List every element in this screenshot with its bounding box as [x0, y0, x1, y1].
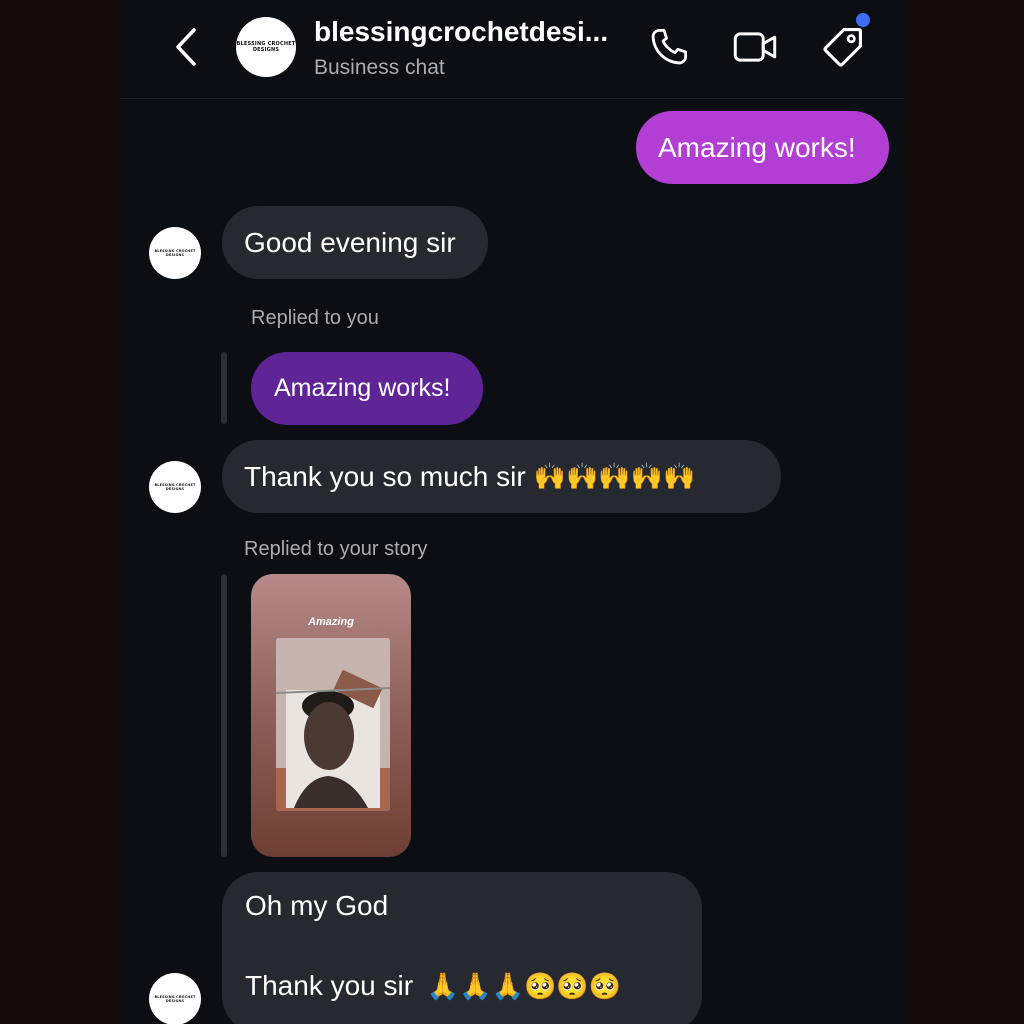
story-image: [276, 638, 390, 811]
crochet-portrait-image: [276, 638, 390, 811]
sender-avatar[interactable]: BLESSING CROCHET DESIGNS: [149, 461, 201, 513]
message-text: Amazing works!: [658, 131, 856, 163]
message-line: Oh my God: [245, 890, 389, 921]
message-text: Good evening sir: [244, 226, 456, 258]
avatar-logo: BLESSING CROCHET DESIGNS: [236, 41, 296, 53]
avatar-logo: BLESSING CROCHET DESIGNS: [154, 994, 196, 1003]
message-emoji: 🙏🙏🙏🥺🥺🥺: [426, 972, 622, 1002]
video-call-button[interactable]: [732, 24, 778, 70]
avatar-logo: BLESSING CROCHET DESIGNS: [154, 482, 196, 491]
chevron-left-icon: [176, 28, 196, 66]
incoming-message-bubble[interactable]: Oh my God Thank you sir 🙏🙏🙏🥺🥺🥺: [222, 872, 702, 1024]
message-emoji: 🙌🙌🙌🙌🙌: [533, 461, 696, 492]
chat-title[interactable]: blessingcrochetdesi...: [314, 16, 608, 48]
sender-avatar[interactable]: BLESSING CROCHET DESIGNS: [149, 973, 201, 1024]
phone-icon: [651, 28, 688, 65]
chat-header: BLESSING CROCHET DESIGNS blessingcrochet…: [120, 0, 904, 99]
voice-call-button[interactable]: [646, 24, 692, 70]
outgoing-message-bubble[interactable]: Amazing works!: [636, 111, 889, 184]
video-camera-icon: [733, 32, 777, 62]
back-button[interactable]: [166, 24, 206, 70]
sender-avatar[interactable]: BLESSING CROCHET DESIGNS: [149, 227, 201, 279]
quoted-text: Amazing works!: [274, 374, 451, 402]
chat-screen: BLESSING CROCHET DESIGNS blessingcrochet…: [120, 0, 904, 1024]
quoted-message-bubble[interactable]: Amazing works!: [251, 352, 483, 425]
story-thumbnail[interactable]: Amazing: [251, 574, 411, 857]
message-line: Thank you sir 🙏🙏🙏🥺🥺🥺: [245, 970, 621, 1002]
incoming-message-bubble[interactable]: Good evening sir: [222, 206, 488, 279]
tag-button[interactable]: [820, 24, 866, 70]
notification-dot: [856, 13, 870, 27]
incoming-message-bubble[interactable]: Thank you so much sir 🙌🙌🙌🙌🙌: [222, 440, 781, 513]
message-text: Thank you so much sir: [244, 460, 526, 492]
chat-subtitle: Business chat: [314, 56, 445, 79]
avatar[interactable]: BLESSING CROCHET DESIGNS: [236, 17, 296, 77]
reply-indicator-line: [221, 352, 227, 424]
reply-indicator-line: [221, 574, 227, 857]
story-caption: Amazing: [308, 616, 354, 628]
tag-icon: [823, 28, 862, 67]
reply-label: Replied to you: [251, 307, 379, 329]
avatar-logo: BLESSING CROCHET DESIGNS: [154, 248, 196, 257]
message-text: Thank you sir: [245, 970, 414, 1001]
reply-label: Replied to your story: [244, 538, 428, 560]
